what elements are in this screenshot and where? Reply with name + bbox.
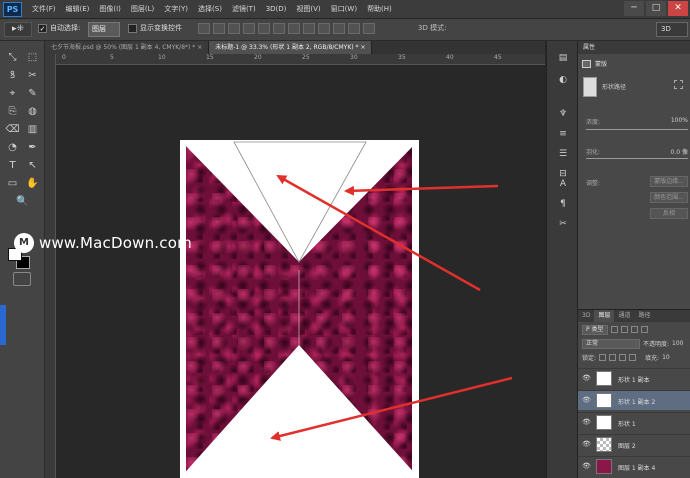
- layer-row[interactable]: 👁 形状 1: [578, 412, 690, 432]
- filter-type-icon[interactable]: [630, 326, 638, 333]
- lock-position-icon[interactable]: [619, 354, 627, 361]
- color-panel-icon[interactable]: ◐: [556, 73, 570, 87]
- arrow-to-top-triangle: [276, 174, 481, 292]
- tab-layers[interactable]: 图层: [594, 310, 615, 322]
- layer-name: 形状 1 副本 2: [618, 399, 656, 406]
- tab-channels[interactable]: 通道: [614, 310, 634, 322]
- properties-panel: 属性 蒙版 形状路径 浓度: 100% 羽化: 0.0 像 调整: 蒙版边缘..…: [578, 41, 690, 309]
- filter-shape-icon[interactable]: [640, 326, 648, 333]
- layer-thumbnail: [596, 437, 612, 452]
- feather-slider[interactable]: [586, 158, 688, 159]
- layer-row[interactable]: 👁 图层 2: [578, 434, 690, 454]
- properties-mask-tab[interactable]: 蒙版: [582, 57, 686, 70]
- layer-kind-filter[interactable]: P 类型: [582, 324, 608, 335]
- lock-pixels-icon[interactable]: [609, 354, 617, 361]
- visibility-eye-icon[interactable]: 👁: [582, 396, 591, 404]
- shape-path-label: 形状路径: [602, 84, 627, 91]
- color-range-button[interactable]: 颜色范围...: [650, 192, 688, 203]
- brush-presets-icon[interactable]: ≡: [556, 127, 570, 141]
- opacity-value[interactable]: 100: [672, 340, 683, 347]
- photoshop-window: PS 文件(F) 编辑(E) 图像(I) 图层(L) 文字(Y) 选择(S) 滤…: [0, 0, 690, 478]
- watermark-logo-icon: M: [14, 233, 34, 253]
- mask-icon: [582, 59, 591, 68]
- paragraph-panel-icon[interactable]: ¶: [556, 197, 570, 211]
- lock-all-icon[interactable]: [629, 354, 637, 361]
- panel-dock-strip: ▤ ◐ ♆ ≡ ☰ ⊟ A ¶ ✂: [546, 41, 578, 478]
- invert-button[interactable]: 反相: [650, 208, 688, 219]
- adjust-label: 调整:: [586, 180, 601, 187]
- properties-title: 属性: [578, 41, 690, 54]
- layer-name: 图层 2: [618, 443, 636, 450]
- layer-row-selected[interactable]: 👁 形状 1 副本 2: [578, 390, 690, 410]
- watermark-text: www.MacDown.com: [39, 234, 192, 252]
- fill-label: 填充:: [645, 355, 660, 362]
- layer-name: 图层 1 副本 4: [618, 465, 656, 472]
- visibility-eye-icon[interactable]: 👁: [582, 374, 591, 382]
- character-panel-icon[interactable]: A: [556, 177, 570, 191]
- shape-path-thumbnail: [583, 77, 597, 97]
- arrow-to-triangle-edge: [344, 184, 499, 196]
- layer-name: 形状 1 副本: [618, 377, 650, 384]
- feather-label: 羽化:: [586, 149, 601, 156]
- blend-row: 正常 不透明度: 100: [582, 338, 688, 349]
- layers-panel-tabs: 3D 图层 通道 路径: [578, 310, 690, 322]
- visibility-eye-icon[interactable]: 👁: [582, 418, 591, 426]
- tab-paths[interactable]: 路径: [634, 310, 654, 322]
- arrow-to-bottom-triangle: [270, 376, 513, 441]
- watermark: M www.MacDown.com: [14, 233, 192, 253]
- feather-value[interactable]: 0.0 像: [671, 147, 688, 156]
- opacity-label: 不透明度:: [643, 341, 670, 348]
- fill-value[interactable]: 10: [662, 354, 670, 361]
- lock-label: 锁定:: [582, 355, 597, 362]
- tool-presets-icon[interactable]: ✂: [556, 217, 570, 231]
- brush-panel-icon[interactable]: ♆: [556, 107, 570, 121]
- mask-edge-button[interactable]: 蒙版边缘...: [650, 176, 688, 187]
- density-label: 浓度:: [586, 119, 601, 126]
- layer-name: 形状 1: [618, 421, 636, 428]
- clone-source-icon[interactable]: ☰: [556, 147, 570, 161]
- visibility-eye-icon[interactable]: 👁: [582, 462, 591, 470]
- layer-filter-row: P 类型: [582, 324, 686, 335]
- density-slider[interactable]: [586, 129, 688, 130]
- mask-tab-label: 蒙版: [595, 61, 608, 68]
- layers-panel: 3D 图层 通道 路径 P 类型 正常 不透明度: 100 锁定: 填充: 10: [578, 309, 690, 478]
- lock-row: 锁定: 填充: 10: [582, 352, 688, 363]
- layer-row[interactable]: 👁 形状 1 副本: [578, 368, 690, 388]
- blend-mode-dropdown[interactable]: 正常: [582, 338, 640, 349]
- layer-thumbnail: [596, 459, 612, 474]
- filter-adjust-icon[interactable]: [620, 326, 628, 333]
- layer-thumbnail: [596, 371, 612, 386]
- filter-pixel-icon[interactable]: [610, 326, 618, 333]
- density-value[interactable]: 100%: [671, 117, 688, 124]
- history-panel-icon[interactable]: ▤: [556, 51, 570, 65]
- tab-3d[interactable]: 3D: [578, 310, 594, 322]
- select-mask-button[interactable]: [674, 80, 683, 89]
- visibility-eye-icon[interactable]: 👁: [582, 440, 591, 448]
- lock-transparent-icon[interactable]: [599, 354, 607, 361]
- layer-thumbnail: [596, 415, 612, 430]
- layer-row[interactable]: 👁 图层 1 副本 4: [578, 456, 690, 476]
- layer-thumbnail: [596, 393, 612, 408]
